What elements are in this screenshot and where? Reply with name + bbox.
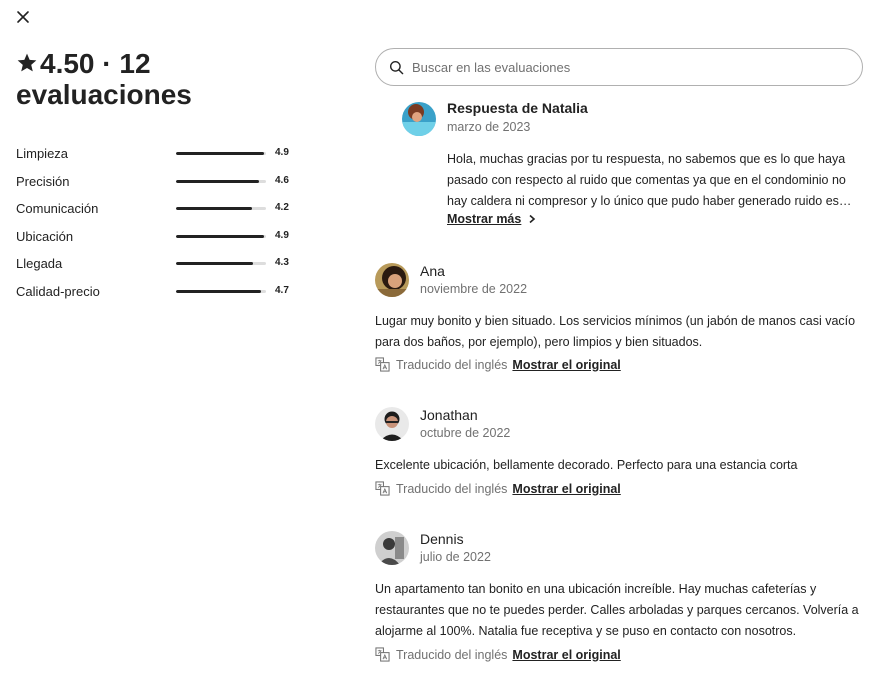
rating-row: Precisión 4.6 <box>16 170 296 198</box>
rating-summary: 4.50 · 12 evaluaciones <box>16 48 236 110</box>
rating-label: Precisión <box>16 173 70 189</box>
category-ratings: Limpieza 4.9 Precisión 4.6 Comunicación 4.2 Ub… <box>16 142 296 308</box>
rating-bar <box>176 207 266 211</box>
rating-bar-fill <box>176 289 261 293</box>
review-date: julio de 2022 <box>420 550 491 564</box>
translate-icon <box>375 357 390 372</box>
star-icon <box>17 53 37 72</box>
close-button[interactable] <box>10 4 36 30</box>
show-original-link[interactable]: Mostrar el original <box>512 648 620 662</box>
search-icon <box>389 60 404 74</box>
reviews-list[interactable]: Respuesta de Natalia marzo de 2023 Hola,… <box>375 96 863 683</box>
rating-bar-fill <box>176 207 252 211</box>
host-response-date: marzo de 2023 <box>447 120 531 134</box>
translated-label: Traducido del inglés <box>396 357 508 372</box>
review-text: Lugar muy bonito y bien situado. Los ser… <box>375 314 856 349</box>
rating-bar-fill <box>176 234 265 238</box>
rating-value: 4.2 <box>275 202 289 214</box>
review-date: octubre de 2022 <box>420 426 511 440</box>
rating-row: Comunicación 4.2 <box>16 197 296 225</box>
rating-row: Calidad-precio 4.7 <box>16 280 296 308</box>
rating-label: Ubicación <box>16 228 74 244</box>
avatar <box>375 263 409 297</box>
rating-bar-fill <box>176 262 254 266</box>
rating-row: Llegada 4.3 <box>16 252 296 280</box>
avatar <box>375 407 409 441</box>
review-text: Excelente ubicación, bellamente decorado… <box>375 458 798 472</box>
search-bar[interactable] <box>375 48 863 86</box>
rating-label: Calidad-precio <box>16 283 100 299</box>
host-response-text: Hola, muchas gracias por tu respuesta, n… <box>447 152 846 208</box>
rating-label: Llegada <box>16 256 63 272</box>
rating-row: Ubicación 4.9 <box>16 225 296 253</box>
host-response-title: Respuesta de Natalia <box>447 100 588 116</box>
avatar <box>375 531 409 565</box>
show-more-link[interactable]: Mostrar más <box>447 212 537 226</box>
rating-row: Limpieza 4.9 <box>16 142 296 170</box>
close-icon <box>17 11 29 23</box>
reviewer-name: Jonathan <box>420 407 478 423</box>
translated-label: Traducido del inglés <box>396 647 508 662</box>
rating-bar <box>176 289 266 293</box>
host-avatar <box>402 102 436 136</box>
rating-bar-fill <box>176 179 259 183</box>
show-original-link[interactable]: Mostrar el original <box>512 482 620 496</box>
translation-note: Traducido del inglés Mostrar el original <box>375 481 621 496</box>
translate-icon <box>375 647 390 662</box>
rating-bar <box>176 234 266 238</box>
reviewer-name: Ana <box>420 263 445 279</box>
translation-note: Traducido del inglés Mostrar el original <box>375 647 621 662</box>
separator-dot: · <box>102 48 112 79</box>
show-original-link[interactable]: Mostrar el original <box>512 358 620 372</box>
search-input[interactable] <box>410 58 854 76</box>
rating-value: 4.7 <box>275 284 289 296</box>
rating-bar <box>176 152 266 155</box>
rating-value: 4.9 <box>275 147 289 158</box>
rating-value: 4.6 <box>275 174 289 186</box>
rating-bar <box>176 179 266 183</box>
rating-bar-fill <box>176 152 265 155</box>
reviewer-name: Dennis <box>420 531 464 547</box>
rating-value: 4.9 <box>275 229 289 241</box>
review-date: noviembre de 2022 <box>420 282 528 296</box>
overall-rating: 4.50 <box>40 48 95 79</box>
show-more-label: Mostrar más <box>447 212 522 226</box>
rating-value: 4.3 <box>275 257 289 269</box>
translated-label: Traducido del inglés <box>396 481 508 496</box>
translate-icon <box>375 481 390 496</box>
translation-note: Traducido del inglés Mostrar el original <box>375 357 621 372</box>
rating-label: Comunicación <box>16 201 99 217</box>
chevron-right-icon <box>529 214 536 224</box>
rating-bar <box>176 262 266 266</box>
rating-label: Limpieza <box>16 146 69 161</box>
review-text: Un apartamento tan bonito en una ubicaci… <box>375 582 859 638</box>
